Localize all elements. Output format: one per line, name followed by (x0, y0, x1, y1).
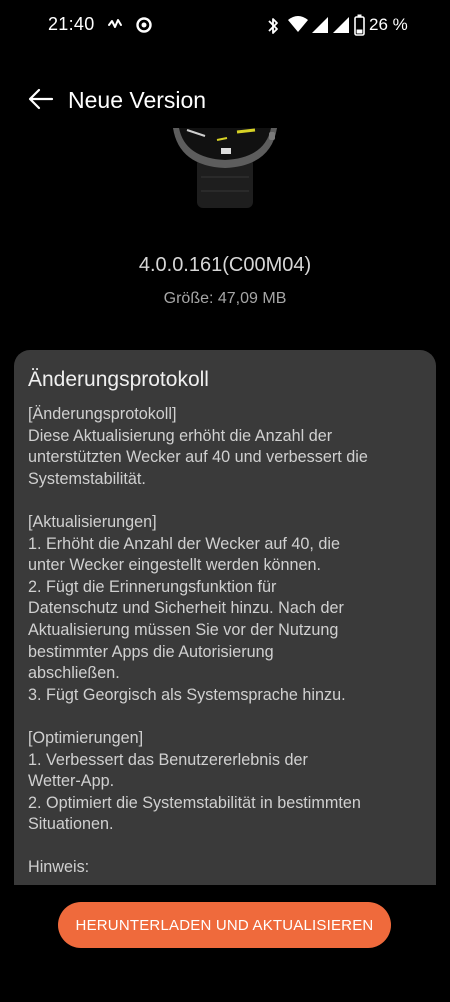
status-bar: 21:40 26 % (0, 0, 450, 52)
page-title: Neue Version (68, 87, 207, 113)
changelog-line: Aktualisierung müssen Sie vor der Nutzun… (28, 620, 339, 639)
heart-rate-icon (106, 16, 124, 39)
changelog-line: Situationen. (28, 815, 114, 834)
signal-icon (311, 16, 329, 39)
battery-icon (354, 14, 365, 41)
activity-ring-icon (135, 16, 153, 39)
changelog-line: 1. Erhöht die Anzahl der Wecker auf 40, … (28, 534, 340, 553)
changelog-line: [Optimierungen] (28, 728, 144, 747)
changelog-spacer (28, 706, 428, 728)
bluetooth-icon (266, 16, 280, 41)
update-size: Größe: 47,09 MB (163, 290, 287, 307)
changelog-title: Änderungsprotokoll (28, 368, 209, 391)
changelog-line: Wetter-App. (28, 772, 115, 791)
arrow-left-icon (28, 88, 54, 115)
battery-percent: 26 % (369, 15, 408, 34)
changelog-line: unter Wecker eingestellt werden können. (28, 556, 322, 575)
changelog-line: 2. Optimiert die Systemstabilität in bes… (28, 793, 361, 812)
wifi-icon (287, 15, 309, 38)
version-number: 4.0.0.161(C00M04) (138, 254, 312, 276)
changelog-line: Datenschutz und Sicherheit hinzu. Nach d… (28, 599, 344, 618)
changelog-body: [Änderungsprotokoll] Diese Aktualisierun… (28, 404, 428, 879)
watch-image (165, 128, 285, 208)
download-update-button[interactable]: HERUNTERLADEN UND AKTUALISIEREN (58, 902, 391, 948)
changelog-line: 3. Fügt Georgisch als Systemsprache hinz… (28, 685, 346, 704)
signal-icon-2 (332, 16, 350, 39)
changelog-line: Diese Aktualisierung erhöht die Anzahl d… (28, 426, 333, 445)
app-bar: Neue Version (0, 78, 450, 124)
changelog-line: Systemstabilität. (28, 469, 146, 488)
changelog-line: bestimmter Apps die Autorisierung (28, 642, 274, 661)
changelog-line: 1. Verbessert das Benutzererlebnis der (28, 750, 308, 769)
changelog-spacer (28, 490, 428, 512)
changelog-line: Hinweis: (28, 858, 90, 877)
changelog-line: [Aktualisierungen] (28, 512, 157, 531)
back-button[interactable] (26, 86, 56, 116)
changelog-line: unterstützten Wecker auf 40 und verbesse… (28, 448, 368, 467)
changelog-card[interactable]: Änderungsprotokoll [Änderungsprotokoll] … (14, 350, 436, 885)
status-time: 21:40 (48, 14, 95, 34)
changelog-spacer (28, 836, 428, 858)
changelog-line: 2. Fügt die Erinnerungsfunktion für (28, 577, 277, 596)
changelog-line: abschließen. (28, 664, 120, 683)
changelog-line: [Änderungsprotokoll] (28, 405, 177, 423)
